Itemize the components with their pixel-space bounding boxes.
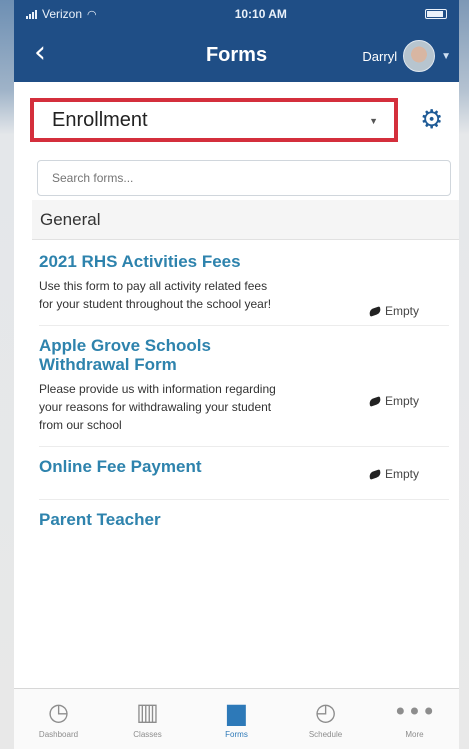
wifi-icon: ◠: [87, 8, 97, 21]
section-header: General: [32, 200, 459, 240]
schedule-icon: ◴: [315, 698, 336, 726]
more-icon: •••: [393, 698, 436, 726]
form-status: Empty: [368, 467, 419, 481]
tab-label: More: [405, 730, 424, 739]
tab-dashboard[interactable]: ◷ Dashboard: [14, 689, 103, 749]
search-input[interactable]: [37, 160, 451, 196]
page-title: Forms: [205, 43, 268, 66]
form-item[interactable]: Apple Grove Schools Withdrawal Form Plea…: [39, 326, 449, 447]
tab-more[interactable]: ••• More: [370, 689, 459, 749]
form-item[interactable]: Online Fee Payment Empty: [39, 447, 449, 500]
dropdown-caret-icon: ▼: [369, 116, 378, 126]
form-status: Empty: [368, 304, 419, 318]
leaf-icon: [368, 305, 382, 317]
user-menu[interactable]: Darryl ▼: [362, 40, 451, 72]
leaf-icon: [368, 468, 382, 480]
tab-schedule[interactable]: ◴ Schedule: [281, 689, 370, 749]
left-background-strip: [0, 0, 14, 749]
user-name: Darryl: [362, 48, 398, 64]
form-status-label: Empty: [384, 394, 419, 408]
section-title: General: [40, 209, 101, 229]
forms-content: Enrollment ▼ ⚙ General 2021 RHS Activiti…: [14, 82, 459, 689]
dropdown-selected-value: Enrollment: [52, 108, 148, 131]
forms-list: 2021 RHS Activities Fees Use this form t…: [39, 242, 449, 541]
nav-bar: ‹ Forms Darryl ▼: [14, 28, 459, 82]
tab-label: Dashboard: [38, 730, 79, 739]
carrier-label: Verizon: [42, 7, 83, 21]
gear-icon[interactable]: ⚙: [420, 106, 443, 132]
form-status-label: Empty: [384, 304, 419, 318]
avatar: [403, 40, 436, 72]
dashboard-icon: ◷: [48, 698, 69, 726]
filter-row: Enrollment ▼ ⚙: [14, 82, 459, 152]
status-bar: Verizon ◠ 10:10 AM: [14, 0, 459, 28]
back-chevron-icon[interactable]: ‹: [34, 38, 46, 68]
tab-forms[interactable]: ▆ Forms: [192, 689, 281, 749]
form-title[interactable]: 2021 RHS Activities Fees: [39, 252, 299, 271]
form-status: Empty: [368, 394, 419, 408]
form-title[interactable]: Parent Teacher: [39, 510, 299, 529]
tab-bar: ◷ Dashboard ▥ Classes ▆ Forms ◴ Schedule…: [14, 688, 459, 749]
form-description: Use this form to pay all activity relate…: [39, 279, 272, 311]
tab-label: Classes: [133, 730, 162, 739]
forms-icon: ▆: [227, 698, 246, 726]
status-left: Verizon ◠: [26, 7, 97, 21]
classes-icon: ▥: [136, 698, 159, 726]
form-category-dropdown[interactable]: Enrollment ▼: [30, 98, 398, 142]
form-title[interactable]: Online Fee Payment: [39, 457, 319, 476]
tab-label: Forms: [225, 730, 248, 739]
form-item[interactable]: Parent Teacher: [39, 500, 449, 541]
status-time: 10:10 AM: [234, 7, 287, 21]
phone-screen: Verizon ◠ 10:10 AM ‹ Forms Darryl ▼ Enro…: [14, 0, 459, 749]
signal-icon: [26, 9, 37, 19]
chevron-down-icon: ▼: [441, 50, 451, 62]
tab-classes[interactable]: ▥ Classes: [103, 689, 192, 749]
form-item[interactable]: 2021 RHS Activities Fees Use this form t…: [39, 242, 449, 326]
form-title[interactable]: Apple Grove Schools Withdrawal Form: [39, 336, 299, 374]
form-status-label: Empty: [384, 467, 419, 481]
right-background-strip: [459, 0, 469, 749]
battery-icon: [424, 9, 447, 19]
leaf-icon: [368, 395, 382, 407]
tab-label: Schedule: [308, 730, 343, 739]
form-description: Please provide us with information regar…: [39, 382, 276, 432]
